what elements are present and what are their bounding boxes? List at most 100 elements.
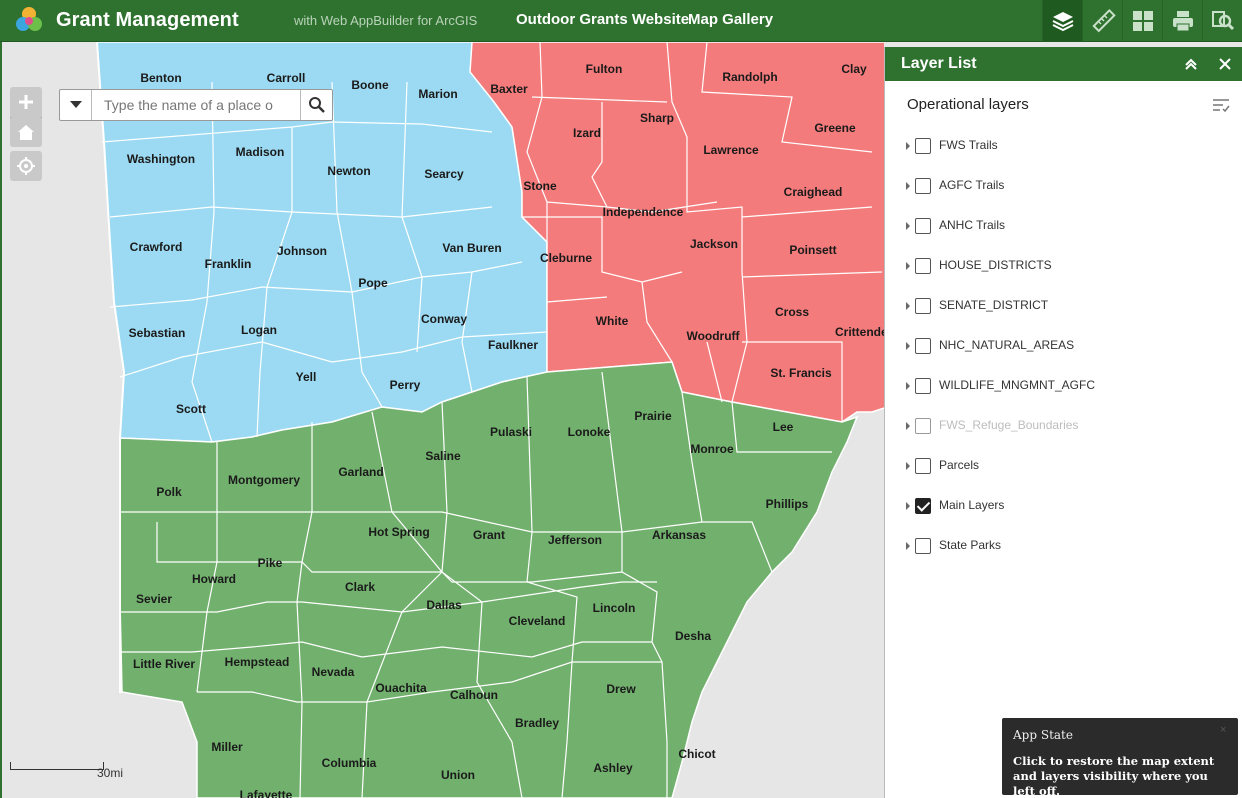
layer-item-state-parks[interactable]: State Parks xyxy=(885,535,1242,557)
panel-title: Layer List xyxy=(901,55,977,72)
county-label: Hot Spring xyxy=(368,525,430,539)
close-icon xyxy=(1219,58,1231,70)
layer-item-nhc-natural-areas[interactable]: NHC_NATURAL_AREAS xyxy=(885,335,1242,357)
county-label: Fulton xyxy=(585,62,623,76)
county-label: Lee xyxy=(772,420,794,434)
layer-checkbox[interactable] xyxy=(915,178,931,194)
caret-down-icon xyxy=(69,101,82,108)
county-label: Miller xyxy=(211,740,243,754)
layer-item-fws-refuge-boundaries[interactable]: FWS_Refuge_Boundaries xyxy=(885,415,1242,437)
home-icon xyxy=(18,125,34,140)
layer-item-house-districts[interactable]: HOUSE_DISTRICTS xyxy=(885,255,1242,277)
county-label: Monroe xyxy=(690,442,734,456)
county-label: Grant xyxy=(472,528,506,542)
expand-arrow-icon[interactable] xyxy=(906,422,910,430)
expand-arrow-icon[interactable] xyxy=(906,262,910,270)
query-icon xyxy=(1211,10,1234,30)
layer-list-button[interactable] xyxy=(1042,0,1082,41)
widgets-button[interactable] xyxy=(1122,0,1162,41)
locate-icon xyxy=(17,157,35,175)
county-label: Hempstead xyxy=(224,655,290,669)
county-label: Chicot xyxy=(678,747,716,761)
zoom-in-button[interactable] xyxy=(10,87,42,117)
app-state-notification[interactable]: App State × Click to restore the map ext… xyxy=(1002,718,1238,798)
query-button[interactable] xyxy=(1202,0,1242,41)
layer-item-agfc-trails[interactable]: AGFC Trails xyxy=(885,175,1242,197)
app-logo-icon xyxy=(16,7,42,31)
expand-arrow-icon[interactable] xyxy=(906,342,910,350)
search-input[interactable] xyxy=(92,90,300,120)
measure-icon xyxy=(1091,8,1116,32)
county-label: Logan xyxy=(241,323,277,337)
expand-arrow-icon[interactable] xyxy=(906,542,910,550)
collapse-panel-button[interactable] xyxy=(1182,55,1200,73)
county-label: Poinsett xyxy=(789,243,837,257)
print-icon xyxy=(1172,10,1193,31)
print-button[interactable] xyxy=(1162,0,1202,41)
map-gallery-link[interactable]: Map Gallery xyxy=(688,11,773,28)
county-label: Newton xyxy=(327,164,371,178)
expand-arrow-icon[interactable] xyxy=(906,462,910,470)
layer-checkbox[interactable] xyxy=(915,538,931,554)
layers-icon xyxy=(1052,11,1073,31)
my-location-button[interactable] xyxy=(10,151,42,181)
layer-checkbox[interactable] xyxy=(915,298,931,314)
layer-checkbox[interactable] xyxy=(915,218,931,234)
county-label: Craighead xyxy=(783,185,843,199)
layer-item-main-layers[interactable]: Main Layers xyxy=(885,495,1242,517)
county-label: Montgomery xyxy=(228,473,300,487)
county-label: Randolph xyxy=(722,70,778,84)
layer-checkbox[interactable] xyxy=(915,258,931,274)
county-label: Drew xyxy=(606,682,636,696)
expand-arrow-icon[interactable] xyxy=(906,302,910,310)
county-label: Phillips xyxy=(765,497,809,511)
layer-item-anhc-trails[interactable]: ANHC Trails xyxy=(885,215,1242,237)
county-label: White xyxy=(595,314,629,328)
search-button[interactable] xyxy=(300,90,332,120)
layer-checkbox[interactable] xyxy=(915,418,931,434)
layer-item-senate-district[interactable]: SENATE_DISTRICT xyxy=(885,295,1242,317)
map-view[interactable]: Benton Carroll Boone Marion Baxter Fulto… xyxy=(0,42,884,798)
layer-checkbox[interactable] xyxy=(915,378,931,394)
expand-arrow-icon[interactable] xyxy=(906,382,910,390)
county-label: Perry xyxy=(389,378,421,392)
layer-checkbox[interactable] xyxy=(915,138,931,154)
layer-checkbox[interactable] xyxy=(915,458,931,474)
home-button[interactable] xyxy=(10,117,42,147)
layer-name: Main Layers xyxy=(939,498,1005,512)
county-label: Greene xyxy=(814,121,856,135)
county-label: Van Buren xyxy=(442,241,502,255)
layer-item-wildlife-mngmnt-agfc[interactable]: WILDLIFE_MNGMNT_AGFC xyxy=(885,375,1242,397)
county-label: Pike xyxy=(257,556,283,570)
county-label: Baxter xyxy=(490,82,528,96)
county-label: Madison xyxy=(235,145,285,159)
layer-item-fws-trails[interactable]: FWS Trails xyxy=(885,135,1242,157)
toast-title: App State xyxy=(1013,728,1073,742)
scale-bar xyxy=(10,762,104,770)
county-label: Pulaski xyxy=(489,425,533,439)
county-label: Woodruff xyxy=(686,329,740,343)
county-label: Calhoun xyxy=(450,688,498,702)
county-label: Benton xyxy=(140,71,182,85)
county-label: Sharp xyxy=(639,111,675,125)
county-label: Faulkner xyxy=(487,338,539,352)
county-label: Scott xyxy=(176,402,206,416)
expand-arrow-icon[interactable] xyxy=(906,182,910,190)
layer-checkbox[interactable] xyxy=(915,498,931,514)
layer-checkbox[interactable] xyxy=(915,338,931,354)
app-header: Grant Management with Web AppBuilder for… xyxy=(0,0,1242,42)
close-panel-button[interactable] xyxy=(1216,55,1234,73)
search-source-dropdown[interactable] xyxy=(60,90,92,120)
county-label: Sevier xyxy=(135,592,173,606)
expand-arrow-icon[interactable] xyxy=(906,502,910,510)
layer-item-parcels[interactable]: Parcels xyxy=(885,455,1242,477)
outdoor-grants-link[interactable]: Outdoor Grants Website xyxy=(516,11,689,28)
toast-close-button[interactable]: × xyxy=(1220,724,1226,736)
county-label: Arkansas xyxy=(651,528,707,542)
measure-button[interactable] xyxy=(1082,0,1122,41)
county-label: Prairie xyxy=(634,409,672,423)
expand-arrow-icon[interactable] xyxy=(906,142,910,150)
expand-arrow-icon[interactable] xyxy=(906,222,910,230)
county-label: Cleveland xyxy=(508,614,566,628)
layer-options-menu-icon[interactable] xyxy=(1211,95,1231,115)
